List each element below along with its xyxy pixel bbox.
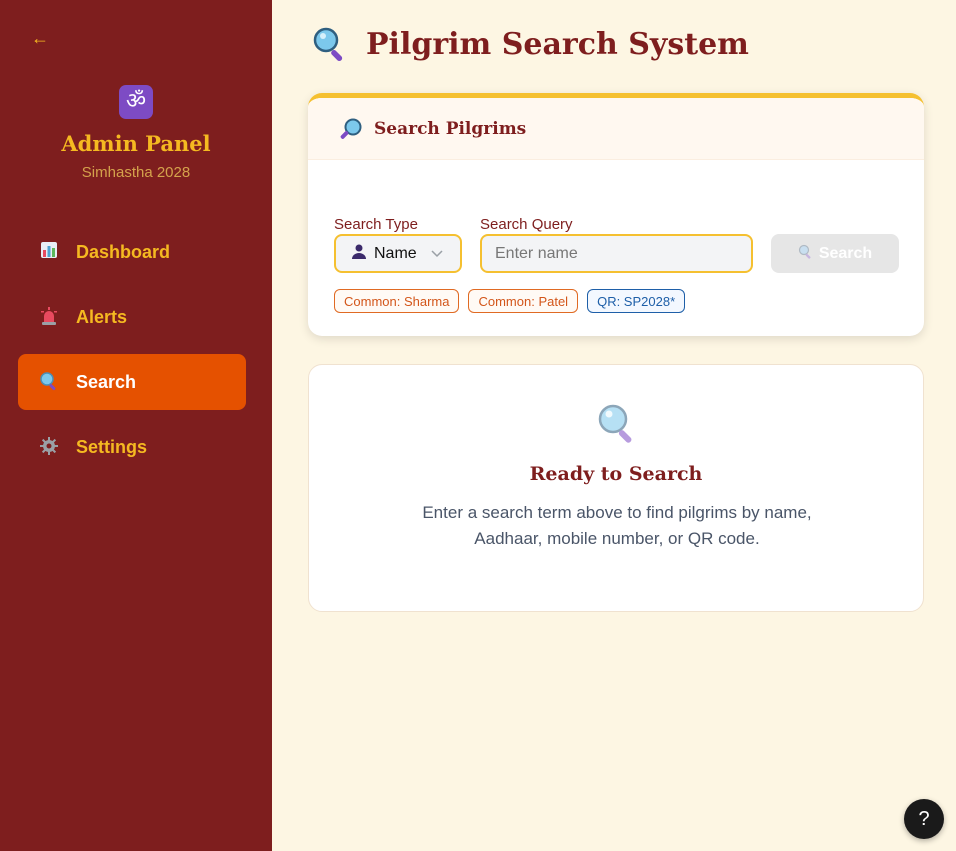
search-form: Search Type Name Search Query Enter name… (334, 216, 899, 273)
search-card-header: Search Pilgrims (308, 98, 924, 160)
om-icon: ॐ (119, 85, 153, 119)
empty-state-card: Ready to Search Enter a search term abov… (308, 364, 924, 612)
page-title: Pilgrim Search System (366, 26, 749, 62)
sidebar-item-label: Alerts (76, 306, 128, 327)
search-button[interactable]: Search (771, 234, 899, 273)
bar-chart-icon (38, 241, 60, 263)
search-query-input[interactable] (480, 234, 753, 273)
user-icon (352, 244, 366, 263)
quick-search-chips: Common: Sharma Common: Patel QR: SP2028* (334, 289, 694, 313)
search-type-label: Search Type (334, 216, 418, 233)
sidebar-item-alerts[interactable]: Alerts (18, 289, 246, 345)
sidebar-nav: Dashboard Alerts Search Settings (18, 224, 246, 484)
search-query-label: Search Query (480, 216, 573, 233)
main-content: Pilgrim Search System Search Pilgrims Se… (272, 0, 956, 851)
chip-common-patel[interactable]: Common: Patel (468, 289, 579, 313)
help-button[interactable]: ? (904, 799, 944, 839)
sidebar-item-label: Dashboard (76, 241, 171, 262)
chip-qr-sp2028[interactable]: QR: SP2028* (587, 289, 686, 313)
magnifier-icon (798, 244, 813, 263)
chevron-down-icon (431, 247, 443, 261)
chip-common-sharma[interactable]: Common: Sharma (334, 289, 460, 313)
search-type-select[interactable]: Name (334, 234, 462, 273)
page-header: Pilgrim Search System (312, 26, 749, 62)
magnifier-icon (596, 402, 638, 444)
sidebar-item-label: Search (76, 371, 137, 392)
sidebar: ← ॐ Admin Panel Simhastha 2028 Dashboard… (0, 0, 272, 851)
sidebar-item-label: Settings (76, 436, 148, 457)
sidebar-item-search[interactable]: Search (18, 354, 246, 410)
empty-state-description: Enter a search term above to find pilgri… (422, 503, 812, 548)
search-card: Search Pilgrims Search Type Name Search … (308, 93, 924, 336)
magnifier-icon (312, 26, 348, 62)
sidebar-item-dashboard[interactable]: Dashboard (18, 224, 246, 280)
gear-icon (38, 436, 60, 458)
admin-panel-title: Admin Panel (61, 131, 211, 156)
admin-panel-subtitle: Simhastha 2028 (81, 164, 191, 181)
arrow-left-icon[interactable]: ← (28, 26, 52, 50)
siren-icon (38, 306, 60, 328)
search-type-field: Search Type Name (334, 216, 462, 273)
sidebar-item-settings[interactable]: Settings (18, 419, 246, 475)
search-type-value: Name (374, 244, 417, 262)
search-card-title: Search Pilgrims (374, 118, 527, 139)
magnifier-icon (38, 371, 60, 393)
search-query-field: Search Query (480, 216, 753, 273)
magnifier-icon (338, 116, 364, 142)
search-button-label: Search (818, 244, 873, 262)
empty-state-title: Ready to Search (529, 463, 703, 485)
brand: ॐ Admin Panel Simhastha 2028 (0, 85, 272, 181)
